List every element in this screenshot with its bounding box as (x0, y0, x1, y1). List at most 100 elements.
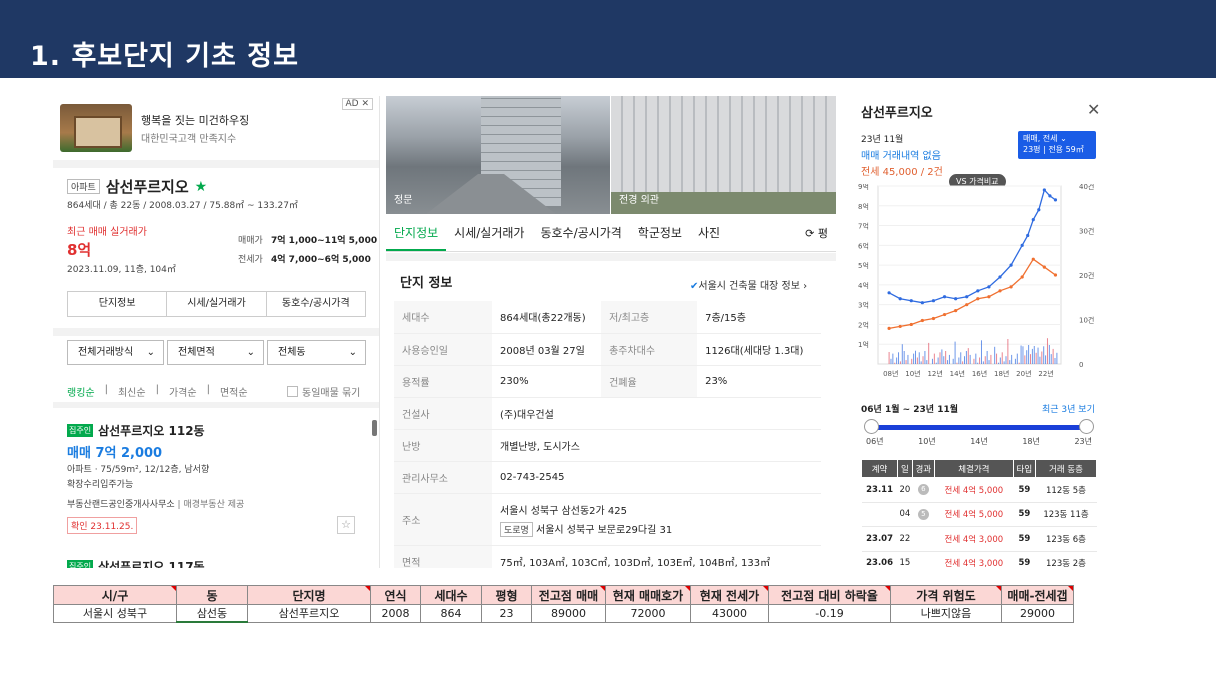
ad-title[interactable]: 행복을 짓는 미건하우징 (141, 112, 249, 128)
data-point[interactable] (942, 312, 947, 317)
range-slider-track[interactable] (872, 425, 1086, 430)
summary-header: 세대수 (420, 585, 482, 605)
close-icon[interactable]: ✕ (1087, 100, 1100, 119)
sort-area[interactable]: 면적순 (220, 384, 248, 399)
tab-school[interactable]: 학군정보 (630, 224, 690, 241)
info-row: 사용승인일 2008년 03월 27일 총주차대수 1126대(세대당 1.3대) (394, 333, 821, 366)
building-registry-link[interactable]: ✔서울시 건축물 대장 정보 › (690, 277, 807, 292)
data-point[interactable] (898, 324, 902, 329)
data-point[interactable] (1042, 188, 1046, 192)
data-point[interactable] (1053, 273, 1058, 277)
summary-cell[interactable]: 72000 (605, 604, 691, 623)
summary-cell[interactable]: 삼선푸르지오 (247, 604, 371, 623)
data-point[interactable] (954, 297, 958, 301)
data-point[interactable] (1009, 285, 1013, 289)
summary-cell[interactable]: 864 (420, 604, 482, 623)
data-point[interactable] (987, 285, 991, 289)
bookmark-star-icon[interactable]: ☆ (337, 516, 355, 534)
listing-item[interactable]: 집주인 삼선푸르지오 112동 (67, 422, 205, 439)
price-chart[interactable]: 9억 8억 7억 6억 5억 4억 3억 2억 1억 40건 30건 20건 10건 0 08년 10년 12년… (856, 184, 1102, 394)
data-point[interactable] (998, 275, 1002, 279)
data-point[interactable] (898, 297, 902, 301)
section-title: 단지 정보 (400, 276, 453, 291)
type-tag: 아파트 (67, 179, 100, 194)
summary-cell[interactable]: -0.19 (768, 604, 891, 623)
data-point[interactable] (942, 295, 947, 299)
summary-cell[interactable]: 43000 (690, 604, 769, 623)
sort-latest[interactable]: 최신순 (118, 384, 146, 399)
summary-cell[interactable]: 서울시 성북구 (53, 604, 177, 623)
favorite-star-icon[interactable]: ★ (195, 179, 208, 195)
data-point[interactable] (1048, 194, 1052, 198)
same-listing-checkbox[interactable] (287, 386, 298, 397)
data-point[interactable] (976, 297, 980, 301)
select-building[interactable]: 전체동 ⌄ (267, 340, 366, 365)
data-point[interactable] (1042, 265, 1046, 269)
data-point[interactable] (931, 316, 936, 321)
chart-panel-title: 삼선푸르지오 (861, 106, 933, 121)
deal-row[interactable]: 23.06 15 전세 4억 3,000 59 123동 2층 (861, 551, 1097, 574)
tab-price[interactable]: 시세/실거래가 (446, 224, 532, 241)
deal-row[interactable]: 23.07 22 전세 4억 3,000 59 123동 6층 (861, 526, 1097, 552)
btn-complex-info[interactable]: 단지정보 (68, 292, 168, 316)
data-point[interactable] (965, 303, 969, 307)
data-point[interactable] (1026, 233, 1030, 238)
area-value: 75㎡, 103A㎡, 103C㎡, 103D㎡, 103E㎡, 104B㎡, … (492, 545, 821, 568)
y-tick-label: 4억 (858, 282, 869, 290)
summary-cell[interactable]: 89000 (531, 604, 606, 623)
summary-cell[interactable]: 삼선동 (176, 604, 248, 623)
info-row: 용적률 230% 건폐율 23% (394, 365, 821, 398)
data-point[interactable] (998, 289, 1002, 293)
unit-toggle[interactable]: ⟳ 평 (797, 225, 836, 241)
range-slider-end-handle[interactable] (1079, 419, 1094, 434)
btn-unit-price[interactable]: 동호수/공시가격 (267, 292, 365, 316)
listing-item-next[interactable]: 집주인 삼선푸르지오 117동 (67, 558, 205, 568)
data-point[interactable] (965, 295, 969, 299)
sort-price[interactable]: 가격순 (169, 384, 197, 399)
data-point[interactable] (1031, 218, 1035, 222)
summary-cell[interactable]: 23 (481, 604, 532, 623)
photo-exterior[interactable]: 전경 외관 (611, 96, 836, 214)
summary-cell[interactable]: 2008 (370, 604, 421, 623)
tab-unit-price[interactable]: 동호수/공시가격 (532, 224, 629, 241)
scrollbar-thumb[interactable] (372, 420, 377, 436)
data-point[interactable] (1031, 257, 1035, 261)
range-slider-start-handle[interactable] (864, 419, 879, 434)
listing-title[interactable]: 삼선푸르지오 112동 (98, 422, 205, 439)
data-point[interactable] (1020, 275, 1024, 279)
select-area[interactable]: 전체면적 ⌄ (167, 340, 264, 365)
tab-complex-info[interactable]: 단지정보 (386, 224, 447, 251)
select-deal-type[interactable]: 전체거래방식 ⌄ (67, 340, 164, 365)
type-selector[interactable]: 매매, 전세 ⌄ 23평 | 전용 59㎡ (1018, 131, 1096, 159)
info-row: 난방 개별난방, 도시가스 (394, 429, 821, 462)
ad-image[interactable] (60, 104, 132, 152)
summary-cell[interactable]: 29000 (1001, 604, 1074, 623)
data-point[interactable] (931, 299, 936, 303)
data-point[interactable] (1053, 198, 1058, 202)
data-point[interactable] (1037, 208, 1041, 212)
data-point[interactable] (909, 322, 913, 327)
data-point[interactable] (1009, 263, 1013, 267)
tab-photos[interactable]: 사진 (690, 224, 728, 241)
data-point[interactable] (954, 309, 958, 313)
btn-price[interactable]: 시세/실거래가 (167, 292, 267, 316)
data-point[interactable] (920, 318, 924, 323)
data-point[interactable] (987, 295, 991, 299)
data-point[interactable] (887, 291, 891, 295)
photo-main-gate[interactable]: 정문 (386, 96, 610, 214)
data-point[interactable] (909, 299, 913, 303)
complex-name: 삼선푸르지오 (105, 178, 189, 196)
address-road: 서울시 성북구 보문로29다길 31 (536, 524, 673, 536)
ad-close-badge[interactable]: AD ✕ (341, 98, 373, 110)
no-sale-text: 매매 거래내역 없음 (861, 151, 941, 162)
data-point[interactable] (887, 326, 891, 330)
recent-label: 최근 매매 실거래가 (67, 227, 147, 238)
recent-3y-link[interactable]: 최근 3년 보기 (1042, 402, 1095, 415)
data-point[interactable] (976, 289, 980, 293)
summary-cell[interactable]: 나쁘지않음 (890, 604, 1002, 623)
deal-row[interactable]: 04 5 전세 4억 5,000 59 123동 11층 (861, 502, 1097, 527)
deal-row[interactable]: 23.11 20 6 전세 4억 5,000 59 112동 5층 (861, 477, 1097, 503)
data-point[interactable] (1020, 243, 1024, 247)
data-point[interactable] (920, 301, 924, 305)
sort-ranking[interactable]: 랭킹순 (67, 384, 95, 399)
